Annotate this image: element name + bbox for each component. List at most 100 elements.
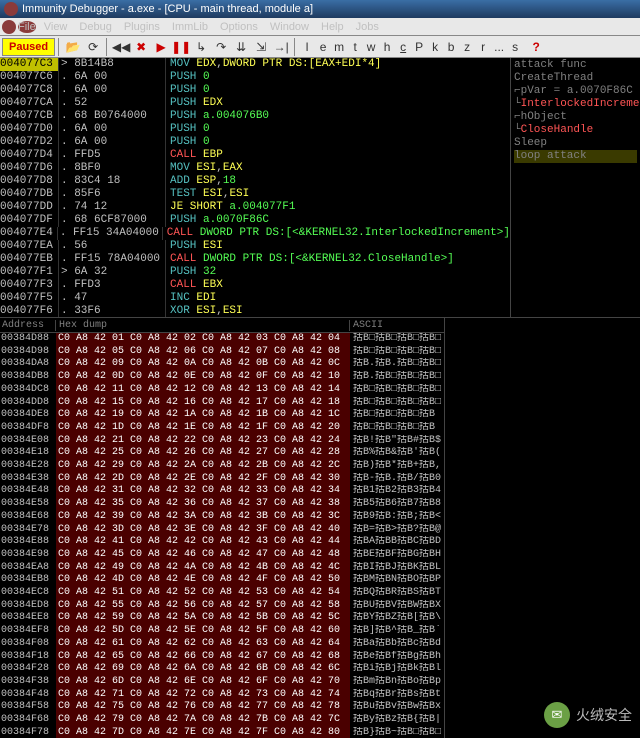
info-line: └InterlockedIncrement: [514, 98, 637, 111]
hex-dump-pane[interactable]: Address Hex dump ASCII 00384D88C0 A8 42 …: [0, 318, 444, 738]
toolbar-letter-l[interactable]: l: [299, 40, 315, 54]
step-into-icon[interactable]: ↳: [192, 38, 210, 56]
menu-view[interactable]: View: [38, 20, 74, 34]
hex-row[interactable]: 00384F58C0 A8 42 75 C0 A8 42 76 C0 A8 42…: [0, 701, 444, 714]
hex-row[interactable]: 00384EF8C0 A8 42 5D C0 A8 42 5E C0 A8 42…: [0, 625, 444, 638]
hex-row[interactable]: 00384E18C0 A8 42 25 C0 A8 42 26 C0 A8 42…: [0, 447, 444, 460]
hex-row[interactable]: 00384F48C0 A8 42 71 C0 A8 42 72 C0 A8 42…: [0, 689, 444, 702]
hex-row[interactable]: 00384F28C0 A8 42 69 C0 A8 42 6A C0 A8 42…: [0, 663, 444, 676]
menu-immlib[interactable]: ImmLib: [166, 20, 214, 34]
hex-row[interactable]: 00384F08C0 A8 42 61 C0 A8 42 62 C0 A8 42…: [0, 638, 444, 651]
hex-row[interactable]: 00384E28C0 A8 42 29 C0 A8 42 2A C0 A8 42…: [0, 460, 444, 473]
disasm-row[interactable]: 004077F3. FFD3CALL EBX: [0, 279, 510, 292]
hex-row[interactable]: 00384F38C0 A8 42 6D C0 A8 42 6E C0 A8 42…: [0, 676, 444, 689]
play-icon[interactable]: ▶: [152, 38, 170, 56]
info-line: loop attack: [514, 150, 637, 163]
system-menu-icon[interactable]: [2, 20, 16, 34]
menu-window[interactable]: Window: [264, 20, 315, 34]
disasm-row[interactable]: 004077D2. 6A 00PUSH 0: [0, 136, 510, 149]
disasm-row[interactable]: 004077EB. FF15 78A04000CALL DWORD PTR DS…: [0, 253, 510, 266]
toolbar-letter-h[interactable]: h: [379, 40, 395, 54]
hex-row[interactable]: 00384EE8C0 A8 42 59 C0 A8 42 5A C0 A8 42…: [0, 612, 444, 625]
hex-row[interactable]: 00384F78C0 A8 42 7D C0 A8 42 7E C0 A8 42…: [0, 727, 444, 738]
disasm-row[interactable]: 004077D0. 6A 00PUSH 0: [0, 123, 510, 136]
hex-row[interactable]: 00384DD8C0 A8 42 15 C0 A8 42 16 C0 A8 42…: [0, 397, 444, 410]
disasm-row[interactable]: 004077DF. 68 6CF87000PUSH a.0070F86C: [0, 214, 510, 227]
hex-row[interactable]: 00384D98C0 A8 42 05 C0 A8 42 06 C0 A8 42…: [0, 346, 444, 359]
disasm-row[interactable]: 004077CA. 52PUSH EDX: [0, 97, 510, 110]
disasm-row[interactable]: 004077DB. 85F6TEST ESI,ESI: [0, 188, 510, 201]
toolbar-letter-P[interactable]: P: [411, 40, 427, 54]
hex-row[interactable]: 00384DF8C0 A8 42 1D C0 A8 42 1E C0 A8 42…: [0, 422, 444, 435]
hex-row[interactable]: 00384EC8C0 A8 42 51 C0 A8 42 52 C0 A8 42…: [0, 587, 444, 600]
help-icon[interactable]: ?: [527, 38, 545, 56]
hex-row[interactable]: 00384E78C0 A8 42 3D C0 A8 42 3E C0 A8 42…: [0, 524, 444, 537]
stop-icon[interactable]: ✖: [132, 38, 150, 56]
toolbar-letter-z[interactable]: z: [459, 40, 475, 54]
menu-file[interactable]: File: [18, 21, 36, 33]
disasm-row[interactable]: 004077D6. 8BF0MOV ESI,EAX: [0, 162, 510, 175]
hex-row[interactable]: 00384DA8C0 A8 42 09 C0 A8 42 0A C0 A8 42…: [0, 358, 444, 371]
trace-into-icon[interactable]: ⇊: [232, 38, 250, 56]
hex-row[interactable]: 00384E48C0 A8 42 31 C0 A8 42 32 C0 A8 42…: [0, 485, 444, 498]
hex-row[interactable]: 00384E68C0 A8 42 39 C0 A8 42 3A C0 A8 42…: [0, 511, 444, 524]
hex-row[interactable]: 00384F18C0 A8 42 65 C0 A8 42 66 C0 A8 42…: [0, 651, 444, 664]
pause-icon[interactable]: ❚❚: [172, 38, 190, 56]
menu-debug[interactable]: Debug: [73, 20, 117, 34]
hex-row[interactable]: 00384E98C0 A8 42 45 C0 A8 42 46 C0 A8 42…: [0, 549, 444, 562]
disasm-row[interactable]: 004077DD. 74 12JE SHORT a.004077F1: [0, 201, 510, 214]
disasm-row[interactable]: 004077D4. FFD5CALL EBP: [0, 149, 510, 162]
toolbar-letter-c[interactable]: c: [395, 40, 411, 54]
toolbar-letter-b[interactable]: b: [443, 40, 459, 54]
hex-header-dump: Hex dump: [56, 320, 350, 331]
toolbar-letter-k[interactable]: k: [427, 40, 443, 54]
hex-row[interactable]: 00384E88C0 A8 42 41 C0 A8 42 42 C0 A8 42…: [0, 536, 444, 549]
hex-row[interactable]: 00384DB8C0 A8 42 0D C0 A8 42 0E C0 A8 42…: [0, 371, 444, 384]
hex-row[interactable]: 00384EB8C0 A8 42 4D C0 A8 42 4E C0 A8 42…: [0, 574, 444, 587]
disasm-row[interactable]: 004077C6. 6A 00PUSH 0: [0, 71, 510, 84]
disasm-row[interactable]: 004077F1> 6A 32PUSH 32: [0, 266, 510, 279]
info-line: Sleep: [514, 137, 637, 150]
disassembly-view[interactable]: 004077C3> 8B14B8MOV EDX,DWORD PTR DS:[EA…: [0, 58, 510, 317]
menu-help[interactable]: Help: [315, 20, 350, 34]
disasm-row[interactable]: 004077EA. 56PUSH ESI: [0, 240, 510, 253]
toolbar-letter-e[interactable]: e: [315, 40, 331, 54]
hex-row[interactable]: 00384D88C0 A8 42 01 C0 A8 42 02 C0 A8 42…: [0, 333, 444, 346]
disasm-row[interactable]: 004077F5. 47INC EDI: [0, 292, 510, 305]
disasm-row[interactable]: 004077F6. 33F6XOR ESI,ESI: [0, 305, 510, 317]
toolbar-letter-w[interactable]: w: [363, 40, 379, 54]
toolbar-letter-s[interactable]: s: [507, 40, 523, 54]
info-line: ⌐pVar = a.0070F86C: [514, 85, 637, 98]
hex-row[interactable]: 00384E08C0 A8 42 21 C0 A8 42 22 C0 A8 42…: [0, 435, 444, 448]
menu-plugins[interactable]: Plugins: [118, 20, 166, 34]
disasm-row[interactable]: 004077D8. 83C4 18ADD ESP,18: [0, 175, 510, 188]
hex-row[interactable]: 00384ED8C0 A8 42 55 C0 A8 42 56 C0 A8 42…: [0, 600, 444, 613]
run-to-icon[interactable]: →|: [272, 38, 290, 56]
watermark-text: 火绒安全: [576, 705, 632, 725]
trace-over-icon[interactable]: ⇲: [252, 38, 270, 56]
toolbar-letter-t[interactable]: t: [347, 40, 363, 54]
refresh-icon[interactable]: ⟳: [84, 38, 102, 56]
step-over-icon[interactable]: ↷: [212, 38, 230, 56]
rewind-icon[interactable]: ◀◀: [112, 38, 130, 56]
menu-jobs[interactable]: Jobs: [350, 20, 385, 34]
hex-row[interactable]: 00384EA8C0 A8 42 49 C0 A8 42 4A C0 A8 42…: [0, 562, 444, 575]
disasm-row[interactable]: 004077E4. FF15 34A04000CALL DWORD PTR DS…: [0, 227, 510, 240]
disasm-row[interactable]: 004077C3> 8B14B8MOV EDX,DWORD PTR DS:[EA…: [0, 58, 510, 71]
disasm-row[interactable]: 004077C8. 6A 00PUSH 0: [0, 84, 510, 97]
open-icon[interactable]: 📂: [64, 38, 82, 56]
toolbar-letter-...[interactable]: ...: [491, 40, 507, 54]
toolbar: Paused 📂 ⟳ ◀◀ ✖ ▶ ❚❚ ↳ ↷ ⇊ ⇲ →| lemtwhcP…: [0, 36, 640, 58]
stack-pane[interactable]: [444, 318, 640, 738]
menu-bar: FileViewDebugPluginsImmLibOptionsWindowH…: [0, 18, 640, 36]
hex-header: Address Hex dump ASCII: [0, 318, 444, 333]
hex-row[interactable]: 00384F68C0 A8 42 79 C0 A8 42 7A C0 A8 42…: [0, 714, 444, 727]
hex-row[interactable]: 00384E38C0 A8 42 2D C0 A8 42 2E C0 A8 42…: [0, 473, 444, 486]
toolbar-letter-m[interactable]: m: [331, 40, 347, 54]
disasm-row[interactable]: 004077CB. 68 B0764000PUSH a.004076B0: [0, 110, 510, 123]
hex-row[interactable]: 00384DC8C0 A8 42 11 C0 A8 42 12 C0 A8 42…: [0, 384, 444, 397]
toolbar-letter-r[interactable]: r: [475, 40, 491, 54]
hex-row[interactable]: 00384E58C0 A8 42 35 C0 A8 42 36 C0 A8 42…: [0, 498, 444, 511]
menu-options[interactable]: Options: [214, 20, 264, 34]
hex-row[interactable]: 00384DE8C0 A8 42 19 C0 A8 42 1A C0 A8 42…: [0, 409, 444, 422]
